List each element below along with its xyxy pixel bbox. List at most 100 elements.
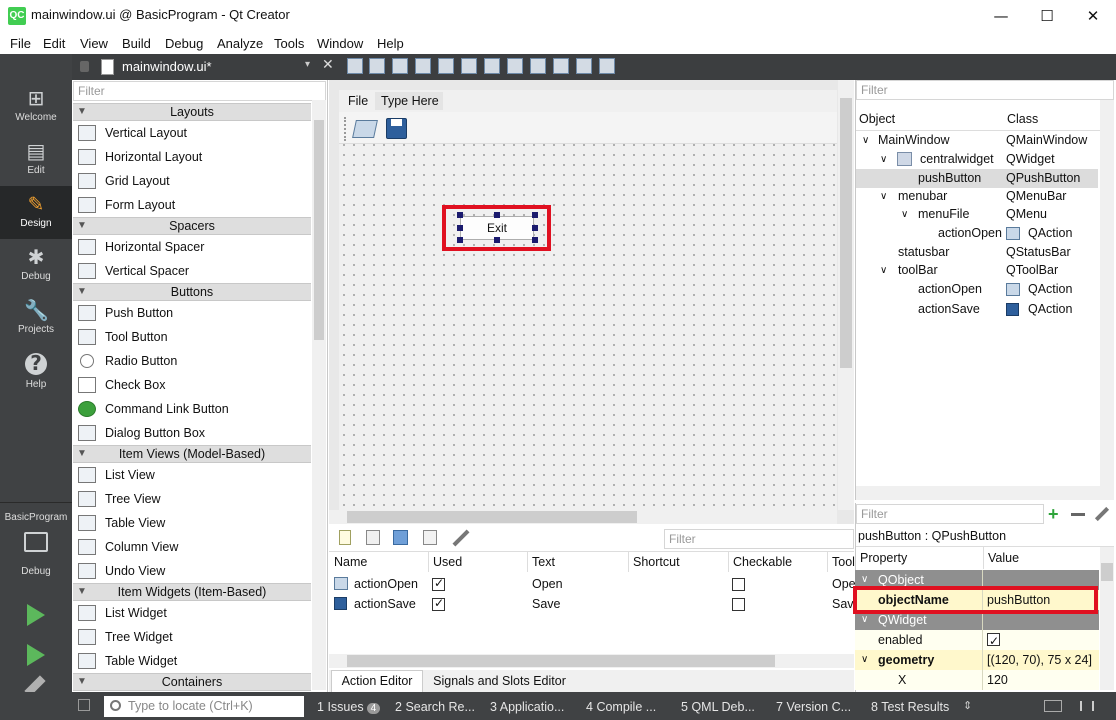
column-header-used[interactable]: Used bbox=[433, 555, 462, 575]
widget-list-view[interactable]: List View bbox=[73, 463, 311, 487]
scrollbar-thumb[interactable] bbox=[314, 120, 324, 340]
toggle-output-pane-icon[interactable] bbox=[1080, 701, 1094, 711]
output-tab-qml-debugger[interactable]: 5 QML Deb... bbox=[681, 700, 755, 714]
remove-property-icon[interactable] bbox=[1071, 513, 1085, 516]
widget-column-view[interactable]: Column View bbox=[73, 535, 311, 559]
widget-list-widget[interactable]: List Widget bbox=[73, 601, 311, 625]
chevron-updown-icon[interactable]: ⇕ bbox=[963, 699, 972, 712]
layout-vertical-icon[interactable] bbox=[461, 58, 477, 74]
widget-check-box[interactable]: Check Box bbox=[73, 373, 311, 397]
progress-details-icon[interactable] bbox=[1044, 700, 1062, 712]
chevron-down-icon[interactable]: ▾ bbox=[305, 59, 310, 70]
output-tab-test-results[interactable]: 8 Test Results bbox=[871, 700, 949, 714]
category-item-widgets[interactable]: ▼ Item Widgets (Item-Based) bbox=[73, 583, 311, 601]
widget-push-button[interactable]: Push Button bbox=[73, 301, 311, 325]
mode-projects[interactable]: 🔧 Projects bbox=[0, 292, 72, 345]
scrollbar-thumb[interactable] bbox=[840, 98, 852, 368]
scrollbar-thumb[interactable] bbox=[1101, 563, 1113, 581]
category-containers[interactable]: ▼ Containers bbox=[73, 673, 311, 691]
property-row[interactable]: enabled bbox=[855, 630, 1099, 651]
minimize-button[interactable]: — bbox=[978, 0, 1024, 32]
tree-row[interactable]: ∨ MainWindow QMainWindow bbox=[856, 131, 1098, 150]
category-spacers[interactable]: ▼ Spacers bbox=[73, 217, 311, 235]
widget-undo-view[interactable]: Undo View bbox=[73, 559, 311, 583]
menu-debug[interactable]: Debug bbox=[165, 36, 203, 51]
widget-table-view[interactable]: Table View bbox=[73, 511, 311, 535]
menu-help[interactable]: Help bbox=[377, 36, 404, 51]
property-filter-input[interactable]: Filter bbox=[856, 504, 1044, 524]
action-filter-input[interactable]: Filter bbox=[664, 529, 854, 549]
menu-view[interactable]: View bbox=[80, 36, 108, 51]
maximize-button[interactable]: ☐ bbox=[1024, 0, 1070, 32]
property-row[interactable]: X 120 bbox=[855, 670, 1099, 690]
widget-tree-view[interactable]: Tree View bbox=[73, 487, 311, 511]
output-tab-version-control[interactable]: 7 Version C... bbox=[776, 700, 851, 714]
checkable-checkbox[interactable] bbox=[732, 598, 745, 611]
main-window-form[interactable] bbox=[339, 90, 837, 510]
mode-debug[interactable]: ✱ Debug bbox=[0, 239, 72, 292]
output-tab-compile-output[interactable]: 4 Compile ... bbox=[586, 700, 656, 714]
layout-grid-icon[interactable] bbox=[553, 58, 569, 74]
menu-analyze[interactable]: Analyze bbox=[217, 36, 263, 51]
mode-design[interactable]: ✎ Design bbox=[0, 186, 72, 239]
widget-tool-button[interactable]: Tool Button bbox=[73, 325, 311, 349]
tab-signals-slots-editor[interactable]: Signals and Slots Editor bbox=[427, 672, 572, 692]
locator-input[interactable]: Type to locate (Ctrl+K) bbox=[104, 696, 304, 717]
widget-radio-button[interactable]: Radio Button bbox=[73, 349, 311, 373]
edit-tab-order-icon[interactable] bbox=[415, 58, 431, 74]
adjust-size-icon[interactable] bbox=[599, 58, 615, 74]
widget-horizontal-spacer[interactable]: Horizontal Spacer bbox=[73, 235, 311, 259]
widget-command-link-button[interactable]: Command Link Button bbox=[73, 397, 311, 421]
menu-build[interactable]: Build bbox=[122, 36, 151, 51]
copy-action-icon[interactable] bbox=[366, 530, 380, 545]
object-filter-input[interactable]: Filter bbox=[856, 80, 1114, 100]
toolbar-handle[interactable] bbox=[344, 117, 348, 141]
scrollbar-thumb[interactable] bbox=[347, 655, 775, 667]
edit-signals-icon[interactable] bbox=[369, 58, 385, 74]
tree-row[interactable]: actionOpen QAction bbox=[856, 224, 1098, 243]
layout-horizontal-icon[interactable] bbox=[438, 58, 454, 74]
splitter-horizontal-icon[interactable] bbox=[484, 58, 500, 74]
splitter-vertical-icon[interactable] bbox=[507, 58, 523, 74]
tree-row[interactable]: ∨ menubar QMenuBar bbox=[856, 187, 1098, 206]
widget-vertical-spacer[interactable]: Vertical Spacer bbox=[73, 259, 311, 283]
tab-action-editor[interactable]: Action Editor bbox=[331, 670, 423, 692]
property-row[interactable]: ∨ geometry [(120, 70), 75 x 24] bbox=[855, 650, 1099, 670]
column-header-tooltip[interactable]: Tool bbox=[832, 555, 855, 575]
mode-welcome[interactable]: ⊞ Welcome bbox=[0, 80, 72, 133]
tree-row[interactable]: statusbar QStatusBar bbox=[856, 243, 1098, 262]
open-folder-icon[interactable] bbox=[352, 120, 378, 138]
layout-form-icon[interactable] bbox=[530, 58, 546, 74]
tree-row[interactable]: ∨ centralwidget QWidget bbox=[856, 150, 1098, 169]
tree-row[interactable]: actionSave QAction bbox=[856, 300, 1098, 319]
form-menu-type-here[interactable]: Type Here bbox=[375, 92, 443, 110]
tree-row[interactable]: ∨ menuFile QMenu bbox=[856, 205, 1098, 224]
column-header-object[interactable]: Object bbox=[859, 112, 895, 126]
widget-dialog-button-box[interactable]: Dialog Button Box bbox=[73, 421, 311, 445]
add-property-icon[interactable]: + bbox=[1048, 505, 1059, 523]
scrollbar-thumb[interactable] bbox=[347, 511, 637, 523]
column-header-name[interactable]: Name bbox=[334, 555, 367, 575]
monitor-icon[interactable] bbox=[24, 532, 48, 552]
column-header-checkable[interactable]: Checkable bbox=[733, 555, 792, 575]
output-tab-application-output[interactable]: 3 Applicatio... bbox=[490, 700, 564, 714]
break-layout-icon[interactable] bbox=[576, 58, 592, 74]
used-checkbox[interactable] bbox=[432, 596, 445, 611]
close-document-button[interactable]: ✕ bbox=[322, 57, 334, 73]
widget-table-widget[interactable]: Table Widget bbox=[73, 649, 311, 673]
column-header-class[interactable]: Class bbox=[1007, 112, 1038, 126]
close-window-button[interactable]: ✕ bbox=[1070, 0, 1116, 32]
new-action-icon[interactable] bbox=[339, 530, 351, 545]
document-selector[interactable]: mainwindow.ui* bbox=[122, 59, 212, 74]
mode-edit[interactable]: ▤ Edit bbox=[0, 133, 72, 186]
column-header-property[interactable]: Property bbox=[860, 551, 907, 565]
form-menu-file[interactable]: File bbox=[348, 94, 368, 108]
category-buttons[interactable]: ▼ Buttons bbox=[73, 283, 311, 301]
column-header-text[interactable]: Text bbox=[532, 555, 555, 575]
menu-edit[interactable]: Edit bbox=[43, 36, 65, 51]
menu-file[interactable]: File bbox=[10, 36, 31, 51]
inspector-h-scrollbar[interactable] bbox=[856, 486, 1114, 500]
checkable-checkbox[interactable] bbox=[732, 578, 745, 591]
run-icon[interactable] bbox=[27, 604, 45, 626]
tree-row-selected[interactable]: pushButton QPushButton bbox=[856, 169, 1098, 188]
